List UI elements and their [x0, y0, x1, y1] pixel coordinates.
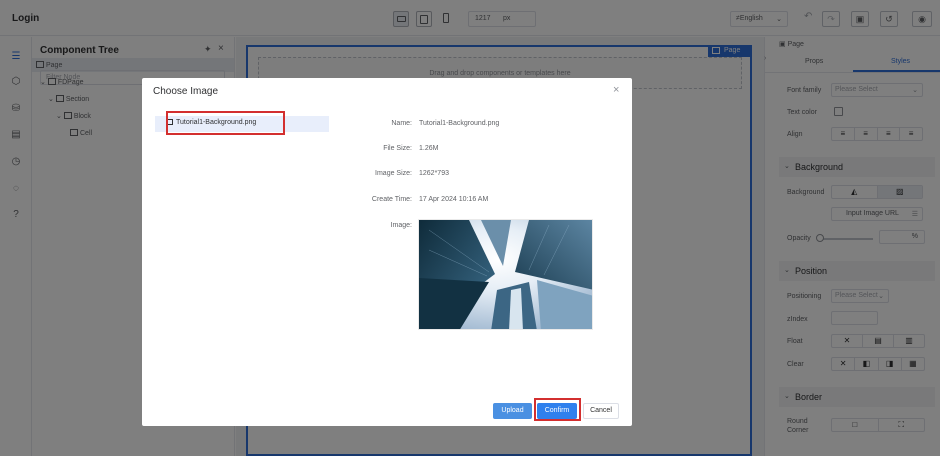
name-value: Tutorial1-Background.png [419, 120, 500, 127]
highlight-box [166, 111, 285, 135]
choose-image-dialog: Choose Image × Tutorial1-Background.png … [142, 78, 632, 426]
close-icon[interactable]: × [613, 84, 619, 96]
image-label: Image: [390, 222, 412, 229]
upload-button[interactable]: Upload [493, 403, 532, 419]
file-size-label: File Size: [383, 145, 412, 152]
dialog-title: Choose Image [153, 86, 219, 97]
image-preview [418, 219, 593, 330]
name-label: Name: [391, 120, 412, 127]
cancel-button[interactable]: Cancel [583, 403, 619, 419]
image-size-label: Image Size: [375, 170, 412, 177]
highlight-box [534, 398, 581, 421]
skyscrapers-photo [419, 220, 592, 329]
create-time-value: 17 Apr 2024 10:16 AM [419, 196, 489, 203]
image-size-value: 1262*793 [419, 170, 449, 177]
file-size-value: 1.26M [419, 145, 439, 152]
create-time-label: Create Time: [371, 196, 412, 203]
